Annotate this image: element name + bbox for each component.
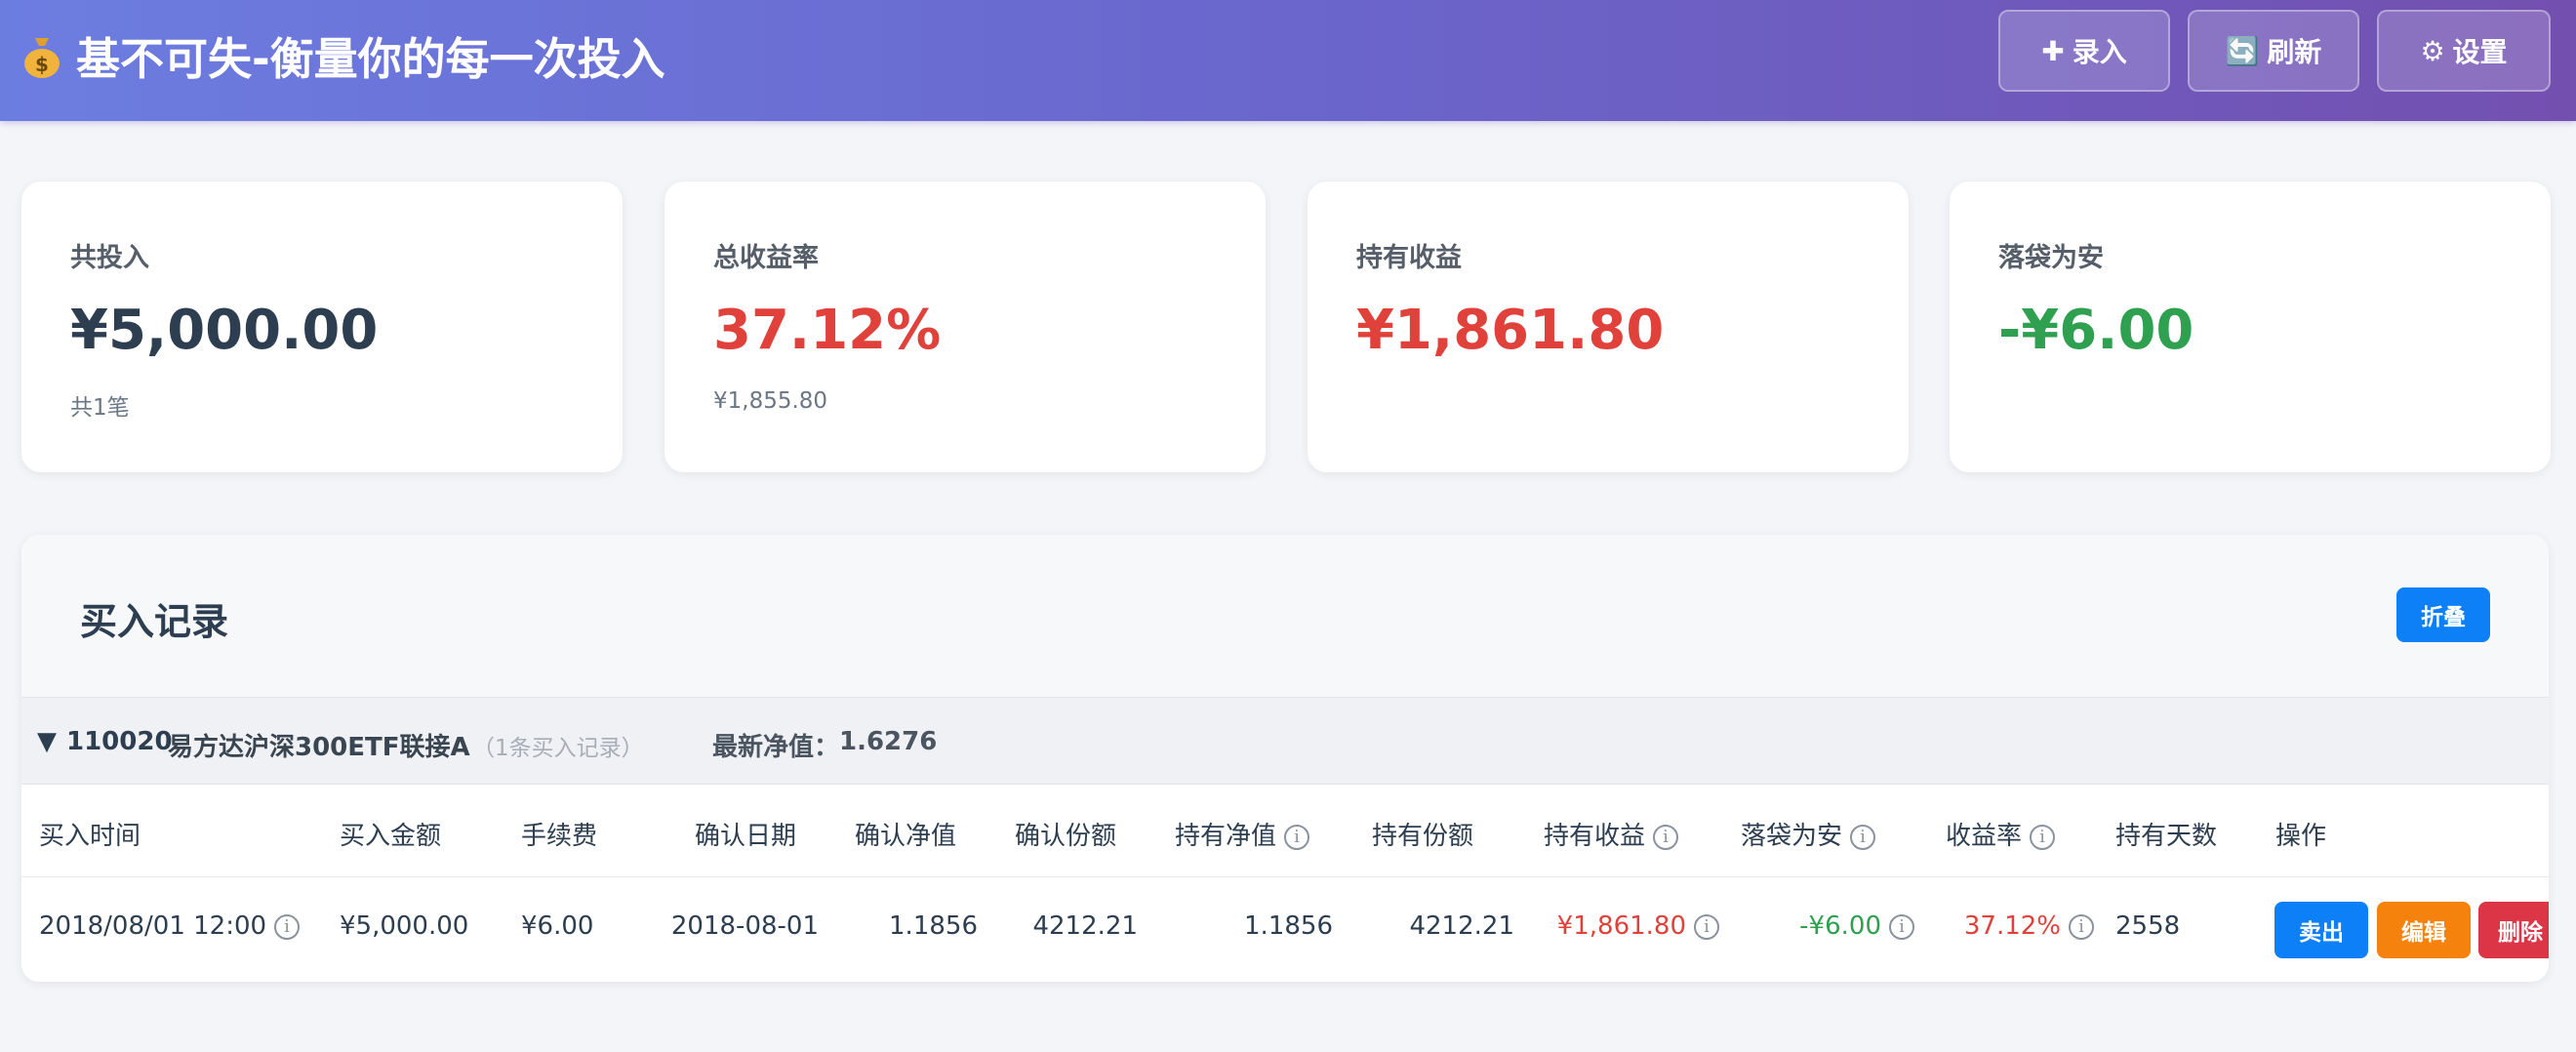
records-panel-header: 买入记录 折叠 — [21, 535, 2549, 697]
col-realized-label: 落袋为安 — [1741, 822, 1843, 851]
cell-hold-days: 2558 — [2115, 911, 2181, 941]
gear-icon: ⚙ — [2420, 34, 2445, 67]
info-icon[interactable]: i — [1284, 824, 1310, 850]
info-icon[interactable]: i — [2069, 913, 2094, 940]
cell-realized: -¥6.00 i — [1725, 911, 1914, 941]
cell-fee: ¥6.00 — [521, 911, 594, 941]
col-realized: 落袋为安 i — [1741, 816, 1876, 852]
col-hold-profit: 持有收益 i — [1544, 816, 1679, 852]
col-confirm-nav: 确认净值 — [855, 822, 957, 851]
info-icon[interactable]: i — [274, 913, 301, 940]
plus-icon: ✚ — [2041, 34, 2065, 67]
cell-hold-profit: ¥1,861.80 i — [1530, 911, 1719, 941]
buy-time-text: 2018/08/01 12:00 — [39, 911, 267, 941]
add-button[interactable]: ✚ 录入 — [1998, 10, 2170, 92]
col-amount: 买入金额 — [340, 822, 442, 851]
refresh-icon: 🔄 — [2225, 34, 2260, 67]
cell-confirm-shares: 4212.21 — [1032, 911, 1138, 941]
col-hold-days: 持有天数 — [2115, 822, 2218, 851]
card-value: 37.12% — [713, 299, 942, 362]
settings-button[interactable]: ⚙ 设置 — [2377, 10, 2551, 92]
cell-confirm-date: 2018-08-01 — [670, 911, 819, 941]
cell-confirm-nav: 1.1856 — [889, 911, 978, 941]
info-icon[interactable]: i — [1694, 913, 1719, 940]
hold-profit-text: ¥1,861.80 — [1556, 911, 1686, 941]
fund-group-header[interactable]: ▼ 110020 易方达沪深300ETF联接A （1条买入记录） 最新净值： 1… — [21, 697, 2549, 785]
table-divider — [21, 876, 2549, 877]
record-count: （1条买入记录） — [472, 736, 644, 761]
latest-nav-label: 最新净值： — [712, 733, 840, 762]
collapse-toggle-icon[interactable]: ▼ — [37, 727, 57, 756]
info-icon[interactable]: i — [1850, 824, 1876, 850]
summary-card-invested: 共投入 ¥5,000.00 共1笔 — [21, 182, 623, 472]
return-rate-text: 37.12% — [1963, 911, 2061, 941]
app-title-text: 基不可失-衡量你的每一次投入 — [76, 33, 665, 85]
card-label: 落袋为安 — [1998, 243, 2104, 273]
col-confirm-shares: 确认份额 — [1015, 822, 1117, 851]
refresh-button[interactable]: 🔄 刷新 — [2188, 10, 2359, 92]
card-sub: ¥1,855.80 — [713, 388, 828, 414]
latest-nav-value: 1.6276 — [839, 727, 938, 756]
info-icon[interactable]: i — [2030, 824, 2056, 850]
card-sub: 共1笔 — [70, 395, 130, 421]
app-title: $ 基不可失-衡量你的每一次投入 — [21, 23, 665, 87]
edit-button[interactable]: 编辑 — [2377, 902, 2471, 958]
fold-button[interactable]: 折叠 — [2396, 587, 2490, 642]
col-hold-nav-label: 持有净值 — [1175, 822, 1277, 851]
card-label: 共投入 — [70, 243, 149, 273]
realized-text: -¥6.00 — [1799, 911, 1881, 941]
sell-button[interactable]: 卖出 — [2274, 902, 2368, 958]
card-label: 总收益率 — [713, 243, 819, 273]
svg-text:$: $ — [35, 53, 49, 76]
col-hold-nav: 持有净值 i — [1175, 816, 1310, 852]
fund-name: 易方达沪深300ETF联接A — [168, 733, 470, 762]
settings-button-label: 设置 — [2452, 36, 2508, 68]
card-value: -¥6.00 — [1998, 299, 2194, 362]
cell-hold-nav: 1.1856 — [1244, 911, 1333, 941]
records-title: 买入记录 — [80, 600, 229, 643]
col-return-rate: 收益率 i — [1946, 816, 2056, 852]
summary-card-realized: 落袋为安 -¥6.00 — [1950, 182, 2551, 472]
col-confirm-date: 确认日期 — [695, 822, 797, 851]
col-return-rate-label: 收益率 — [1946, 822, 2023, 851]
add-button-label: 录入 — [2072, 36, 2127, 68]
col-actions: 操作 — [2275, 822, 2327, 851]
delete-button[interactable]: 删除 — [2478, 902, 2549, 958]
cell-buy-time: 2018/08/01 12:00 i — [39, 911, 301, 941]
fund-code: 110020 — [66, 727, 173, 756]
card-value: ¥5,000.00 — [70, 299, 379, 362]
money-bag-icon: $ — [24, 37, 60, 78]
summary-card-holding-profit: 持有收益 ¥1,861.80 — [1308, 182, 1909, 472]
col-hold-shares: 持有份额 — [1372, 822, 1474, 851]
col-hold-profit-label: 持有收益 — [1544, 822, 1646, 851]
cell-return-rate: 37.12% i — [1905, 911, 2094, 941]
card-value: ¥1,861.80 — [1356, 299, 1665, 362]
col-buy-time: 买入时间 — [39, 822, 141, 851]
app-header: $ 基不可失-衡量你的每一次投入 ✚ 录入 🔄 刷新 ⚙ 设置 — [0, 0, 2576, 121]
summary-card-return-rate: 总收益率 37.12% ¥1,855.80 — [664, 182, 1266, 472]
refresh-button-label: 刷新 — [2267, 36, 2322, 68]
info-icon[interactable]: i — [1653, 824, 1679, 850]
col-fee: 手续费 — [521, 822, 598, 851]
records-panel: 买入记录 折叠 ▼ 110020 易方达沪深300ETF联接A （1条买入记录）… — [21, 535, 2549, 982]
cell-amount: ¥5,000.00 — [340, 911, 469, 941]
cell-hold-shares: 4212.21 — [1409, 911, 1514, 941]
card-label: 持有收益 — [1356, 243, 1462, 273]
